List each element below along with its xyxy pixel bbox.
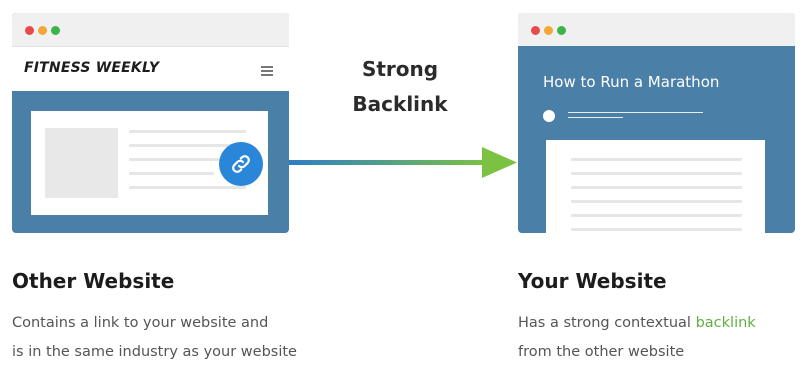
backlink-arrow — [289, 147, 517, 178]
text-line-placeholder — [129, 130, 246, 133]
window-minimize-dot — [544, 26, 553, 35]
link-icon — [219, 142, 263, 186]
image-placeholder — [45, 128, 118, 198]
your-website-description: Has a strong contextual backlink from th… — [518, 309, 756, 367]
other-website-title: Other Website — [12, 269, 175, 293]
arrow-label-line1: Strong — [361, 57, 439, 81]
other-website-description: Contains a link to your website and is i… — [12, 309, 297, 367]
text-line-placeholder — [571, 214, 742, 217]
window-close-dot — [531, 26, 540, 35]
meta-line — [568, 117, 623, 118]
text-line-placeholder — [571, 172, 742, 175]
post-title: How to Run a Marathon — [543, 73, 720, 91]
arrow-label-line2: Backlink — [352, 92, 448, 116]
site-header: FITNESS WEEKLY — [12, 46, 289, 91]
text-line-placeholder — [571, 200, 742, 203]
window-titlebar — [518, 13, 795, 46]
window-maximize-dot — [557, 26, 566, 35]
description-line: from the other website — [518, 344, 685, 360]
backlink-highlight: backlink — [695, 315, 756, 331]
window-maximize-dot — [51, 26, 60, 35]
text-line-placeholder — [571, 228, 742, 231]
text-line-placeholder — [129, 158, 225, 161]
hamburger-menu-icon — [261, 66, 273, 78]
description-text: Has a strong contextual — [518, 315, 696, 331]
other-website-browser: FITNESS WEEKLY — [12, 13, 289, 233]
text-line-placeholder — [129, 172, 214, 175]
text-line-placeholder — [571, 158, 742, 161]
description-line: Contains a link to your website and — [12, 315, 269, 331]
meta-line — [568, 112, 703, 113]
article-body — [546, 140, 765, 233]
text-line-placeholder — [571, 186, 742, 189]
site-name: FITNESS WEEKLY — [24, 60, 160, 76]
window-titlebar — [12, 13, 289, 46]
description-line: Has a strong contextual backlink — [518, 309, 756, 338]
window-minimize-dot — [38, 26, 47, 35]
description-line: is in the same industry as your website — [12, 344, 297, 360]
arrow-label: Strong Backlink — [320, 52, 480, 122]
your-website-browser: How to Run a Marathon — [518, 13, 795, 233]
window-close-dot — [25, 26, 34, 35]
author-avatar — [543, 110, 555, 122]
text-line-placeholder — [129, 186, 246, 189]
your-website-title: Your Website — [518, 269, 667, 293]
